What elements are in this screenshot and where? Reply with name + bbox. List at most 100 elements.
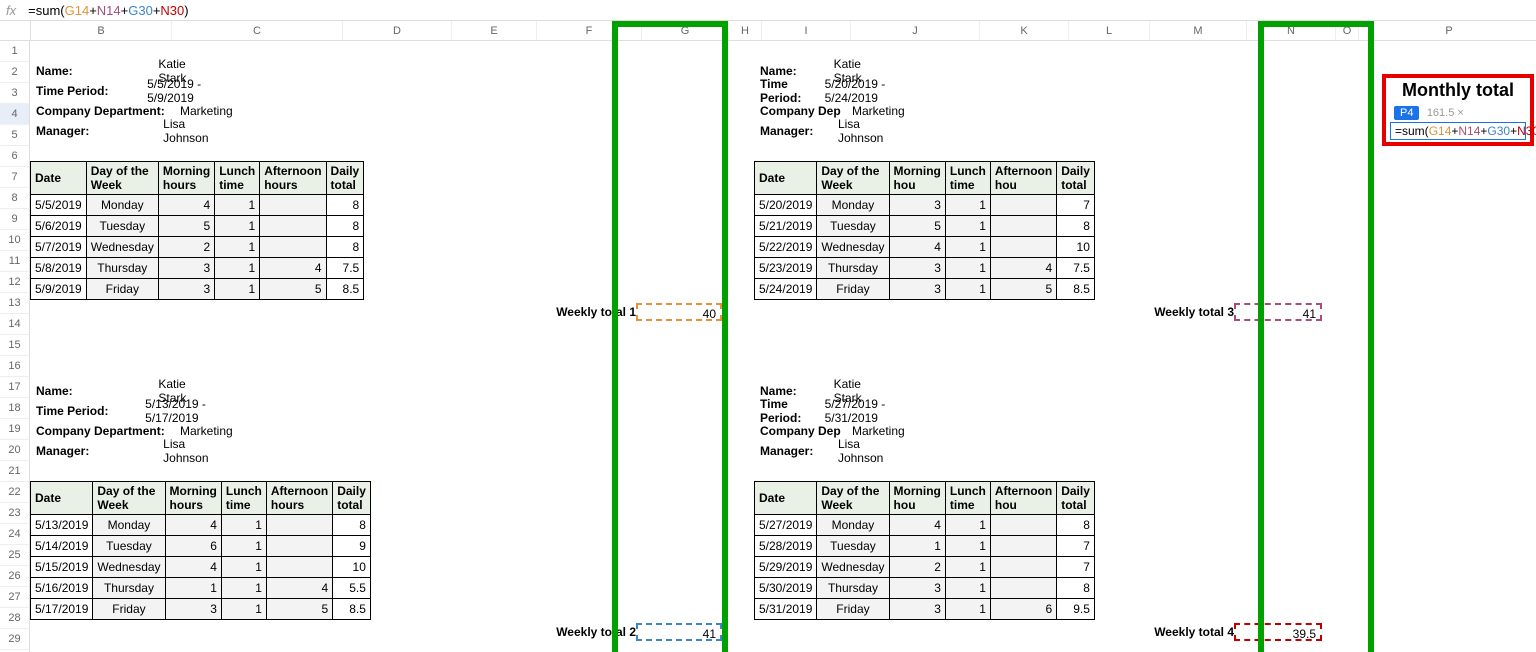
cell[interactable]: 4 xyxy=(889,515,945,536)
cell[interactable]: 3 xyxy=(889,599,945,620)
cell[interactable]: 7 xyxy=(1057,536,1095,557)
spreadsheet-area[interactable]: BCDEFGHIJKLMNOP 123456789101112131415161… xyxy=(0,21,1536,652)
cell[interactable]: 1 xyxy=(215,216,260,237)
row-header-24[interactable]: 24 xyxy=(0,524,30,545)
cell[interactable]: 1 xyxy=(945,216,990,237)
cell[interactable]: Wednesday xyxy=(86,237,158,258)
cell[interactable] xyxy=(266,515,332,536)
cell[interactable]: 1 xyxy=(945,599,990,620)
cell[interactable] xyxy=(990,557,1056,578)
row-header-7[interactable]: 7 xyxy=(0,167,30,188)
cell[interactable]: Friday xyxy=(86,279,158,300)
weekly-total-value[interactable]: 41 xyxy=(636,623,722,641)
cell[interactable]: 5/22/2019 xyxy=(755,237,817,258)
cell[interactable]: 5/31/2019 xyxy=(755,599,817,620)
cell[interactable]: Monday xyxy=(817,515,889,536)
row-header-14[interactable]: 14 xyxy=(0,314,30,335)
cell[interactable]: 5/28/2019 xyxy=(755,536,817,557)
cell[interactable]: Tuesday xyxy=(817,216,889,237)
weekly-total-value[interactable]: 39.5 xyxy=(1234,623,1322,641)
cell[interactable]: 7 xyxy=(1057,557,1095,578)
cell[interactable]: Thursday xyxy=(817,578,889,599)
cell[interactable]: Monday xyxy=(817,195,889,216)
cell[interactable]: 1 xyxy=(215,258,260,279)
cell[interactable]: 3 xyxy=(889,578,945,599)
cell[interactable]: 1 xyxy=(945,279,990,300)
cell[interactable]: Tuesday xyxy=(817,536,889,557)
cell[interactable]: 8 xyxy=(333,515,371,536)
cell[interactable]: 5/29/2019 xyxy=(755,557,817,578)
cell[interactable]: 1 xyxy=(945,578,990,599)
cell[interactable]: 7.5 xyxy=(1057,258,1095,279)
row-header-12[interactable]: 12 xyxy=(0,272,30,293)
cell[interactable]: 2 xyxy=(158,237,214,258)
cell[interactable]: 8.5 xyxy=(326,279,364,300)
cell[interactable]: 1 xyxy=(221,557,266,578)
cell[interactable]: 5/27/2019 xyxy=(755,515,817,536)
row-header-13[interactable]: 13 xyxy=(0,293,30,314)
row-header-20[interactable]: 20 xyxy=(0,440,30,461)
row-header-23[interactable]: 23 xyxy=(0,503,30,524)
row-header-16[interactable]: 16 xyxy=(0,356,30,377)
cell[interactable]: 4 xyxy=(158,195,214,216)
cell[interactable]: 1 xyxy=(165,578,221,599)
cell[interactable]: 1 xyxy=(945,258,990,279)
cell[interactable] xyxy=(260,195,326,216)
weekly-total-value[interactable]: 40 xyxy=(636,303,722,321)
cell[interactable]: Monday xyxy=(86,195,158,216)
col-header-j[interactable]: J xyxy=(851,21,980,41)
cell[interactable]: 8 xyxy=(326,216,364,237)
cell[interactable]: 5.5 xyxy=(333,578,371,599)
cell[interactable]: 1 xyxy=(945,237,990,258)
cell[interactable]: 1 xyxy=(221,578,266,599)
row-header-9[interactable]: 9 xyxy=(0,209,30,230)
cell[interactable]: 1 xyxy=(215,237,260,258)
cell[interactable] xyxy=(990,195,1056,216)
col-header-i[interactable]: I xyxy=(762,21,851,41)
cell[interactable]: 4 xyxy=(260,258,326,279)
row-header-17[interactable]: 17 xyxy=(0,377,30,398)
cell[interactable]: 5/21/2019 xyxy=(755,216,817,237)
cell[interactable]: Wednesday xyxy=(817,557,889,578)
row-header-29[interactable]: 29 xyxy=(0,629,30,650)
cell[interactable]: 8 xyxy=(1057,515,1095,536)
col-header-k[interactable]: K xyxy=(980,21,1069,41)
cell[interactable]: 5/6/2019 xyxy=(31,216,87,237)
cell[interactable] xyxy=(990,578,1056,599)
cell[interactable]: 1 xyxy=(945,536,990,557)
cell[interactable]: 5/15/2019 xyxy=(31,557,93,578)
row-header-25[interactable]: 25 xyxy=(0,545,30,566)
cell[interactable]: 5/9/2019 xyxy=(31,279,87,300)
row-header-4[interactable]: 4 xyxy=(0,104,30,125)
cell[interactable]: 3 xyxy=(158,258,214,279)
col-header-o[interactable]: O xyxy=(1336,21,1359,41)
cell[interactable]: 5/13/2019 xyxy=(31,515,93,536)
corner-cell[interactable] xyxy=(0,21,31,41)
cell[interactable]: 8 xyxy=(326,195,364,216)
cell[interactable]: Friday xyxy=(93,599,165,620)
cell[interactable] xyxy=(260,237,326,258)
row-header-27[interactable]: 27 xyxy=(0,587,30,608)
cell[interactable]: 5/8/2019 xyxy=(31,258,87,279)
cell[interactable]: 5/14/2019 xyxy=(31,536,93,557)
cell[interactable]: 5/20/2019 xyxy=(755,195,817,216)
cell[interactable]: Friday xyxy=(817,279,889,300)
cell[interactable]: 4 xyxy=(990,258,1056,279)
cell[interactable]: 1 xyxy=(889,536,945,557)
formula-bar-text[interactable]: =sum(G14+N14+G30+N30) xyxy=(28,3,188,18)
cell[interactable]: 3 xyxy=(158,279,214,300)
cell[interactable]: 5/5/2019 xyxy=(31,195,87,216)
cell[interactable]: 5/23/2019 xyxy=(755,258,817,279)
cell[interactable]: 9.5 xyxy=(1057,599,1095,620)
cell[interactable]: 3 xyxy=(889,279,945,300)
cell[interactable]: 5 xyxy=(266,599,332,620)
cell[interactable] xyxy=(990,515,1056,536)
cell[interactable]: 8.5 xyxy=(1057,279,1095,300)
row-header-28[interactable]: 28 xyxy=(0,608,30,629)
cell[interactable] xyxy=(990,536,1056,557)
cell[interactable]: 1 xyxy=(945,195,990,216)
cell[interactable]: 1 xyxy=(221,536,266,557)
cell[interactable]: 4 xyxy=(266,578,332,599)
cell[interactable] xyxy=(990,216,1056,237)
cell[interactable]: 1 xyxy=(221,515,266,536)
